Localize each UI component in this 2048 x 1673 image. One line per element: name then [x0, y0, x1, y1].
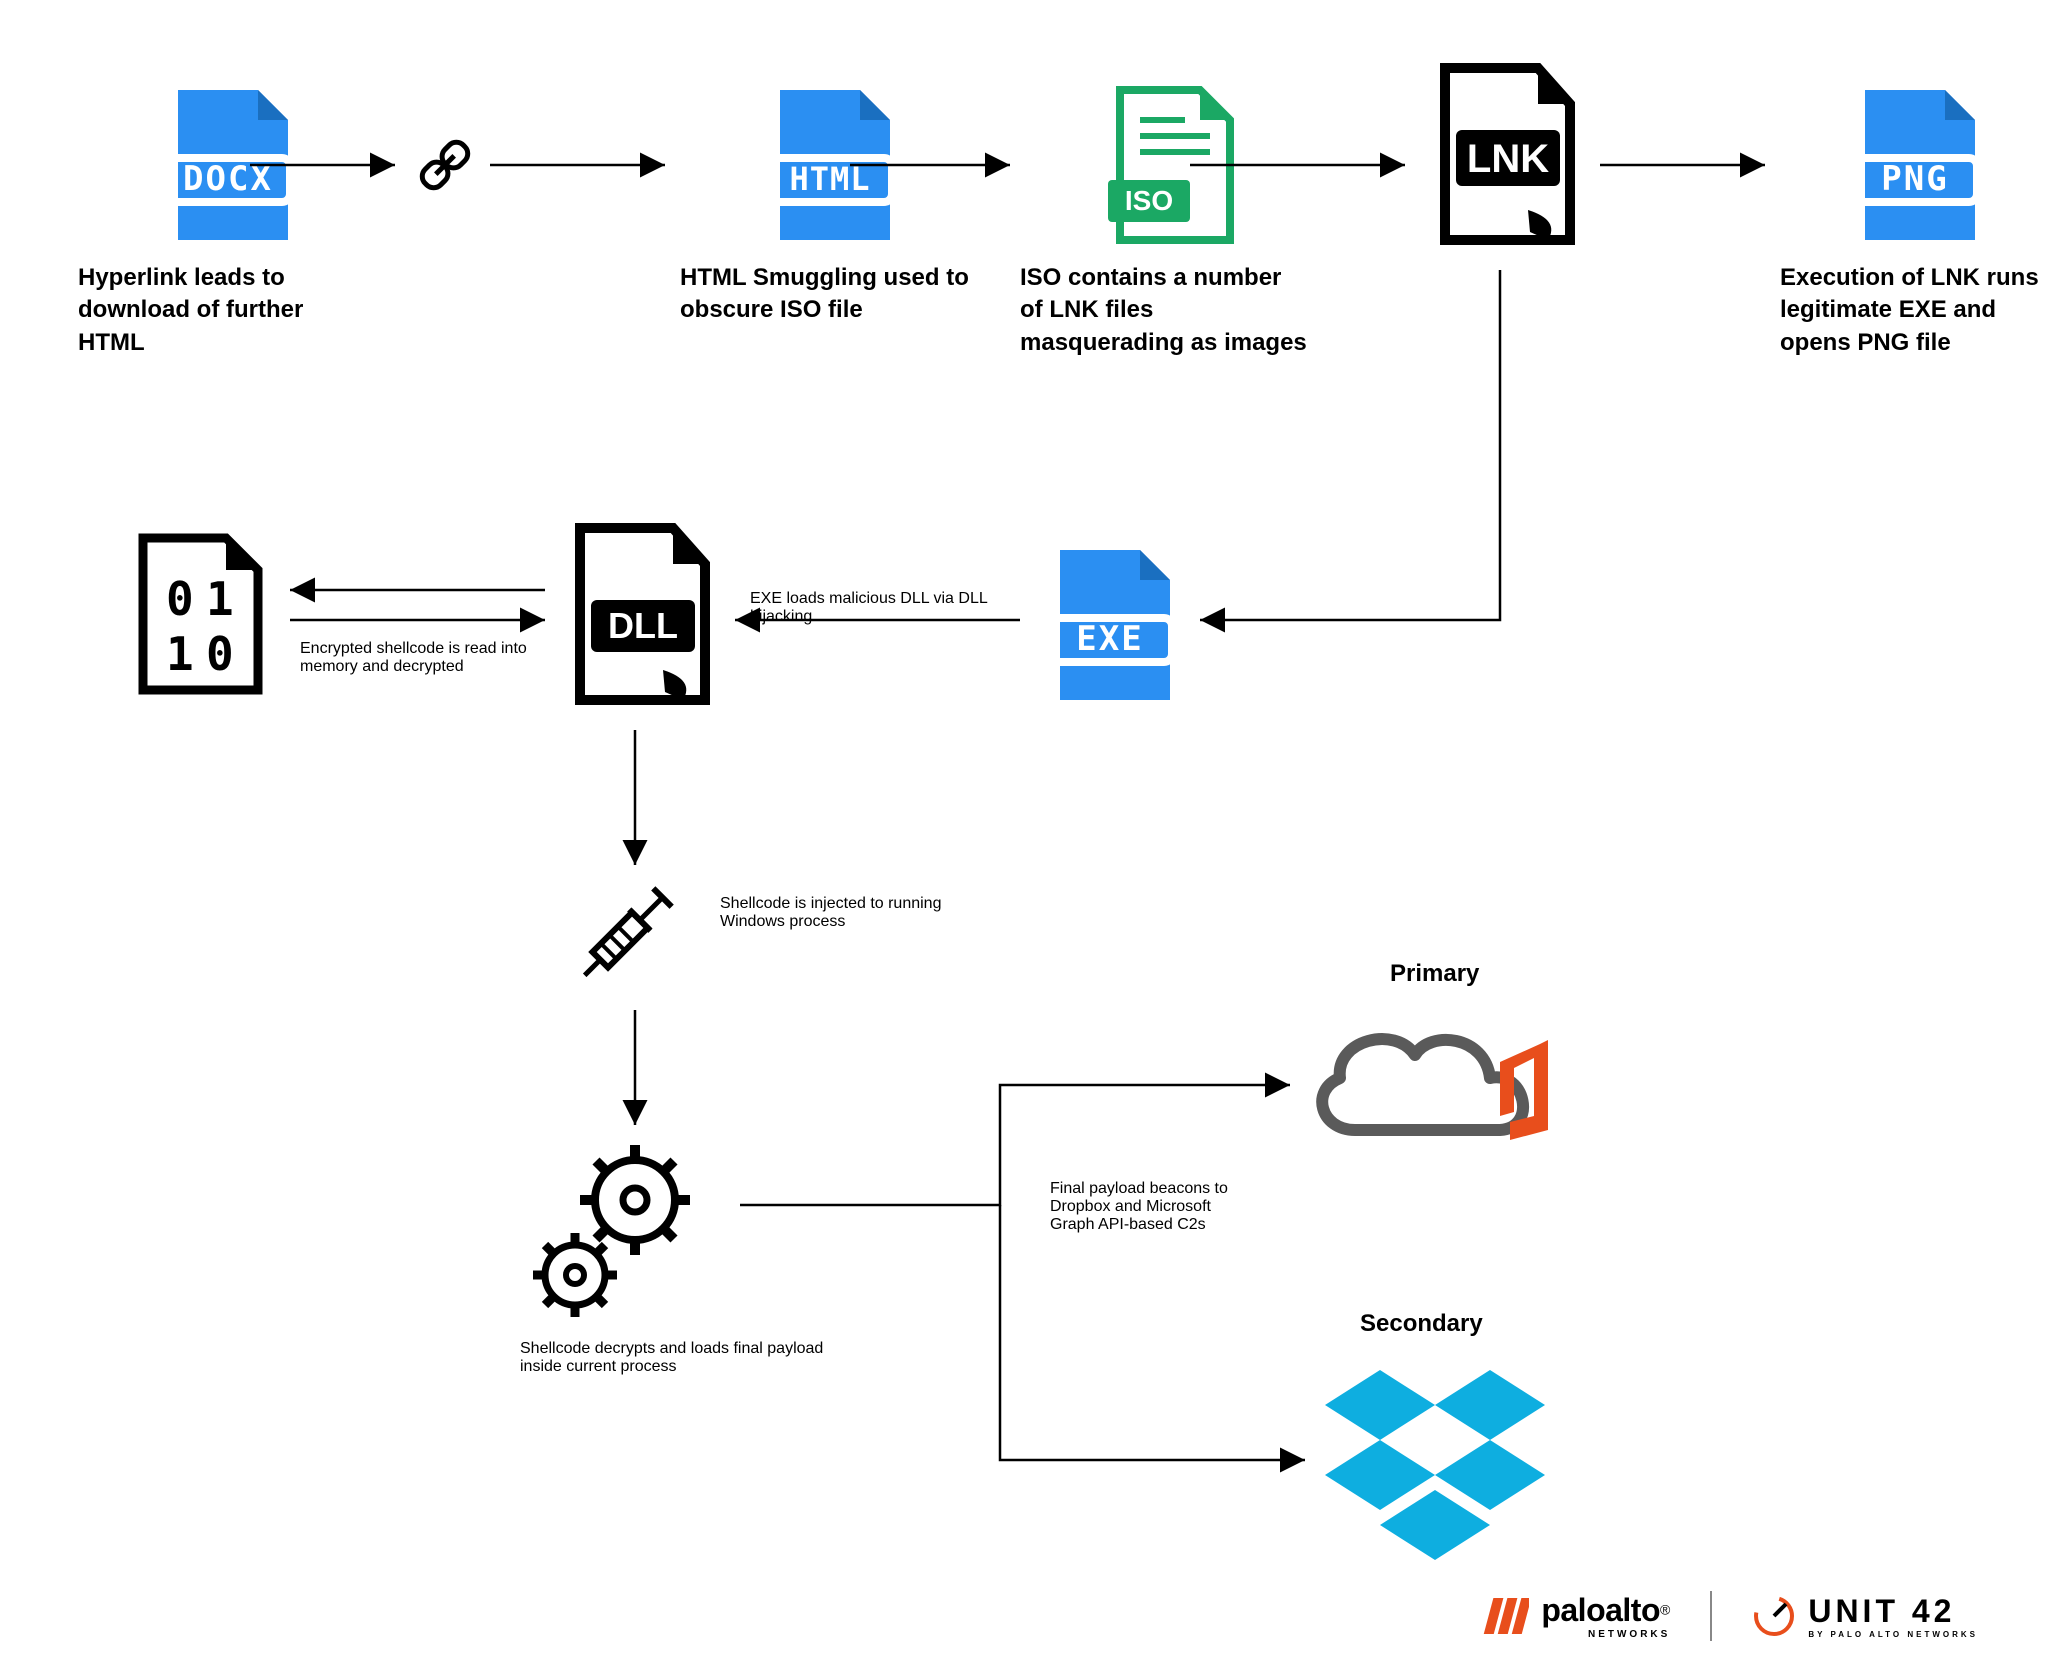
paloalto-logo: paloalto® NETWORKS: [1481, 1592, 1670, 1640]
arrow-gears-primary: [740, 1085, 1290, 1205]
footer-divider: [1710, 1591, 1712, 1641]
arrow-lnk-exe: [1200, 270, 1500, 620]
unit42-logo: UNIT 42 BY PALO ALTO NETWORKS: [1752, 1593, 1978, 1639]
unit42-mark-icon: [1752, 1594, 1796, 1638]
unit42-text: UNIT 42: [1808, 1593, 1978, 1630]
footer: paloalto® NETWORKS UNIT 42 BY PALO ALTO …: [1481, 1591, 1978, 1641]
paloalto-sub: NETWORKS: [1541, 1629, 1670, 1640]
paloalto-text: paloalto: [1541, 1592, 1660, 1628]
unit42-sub: BY PALO ALTO NETWORKS: [1808, 1630, 1978, 1639]
arrow-gears-secondary: [1000, 1205, 1305, 1460]
paloalto-mark-icon: [1481, 1592, 1529, 1640]
